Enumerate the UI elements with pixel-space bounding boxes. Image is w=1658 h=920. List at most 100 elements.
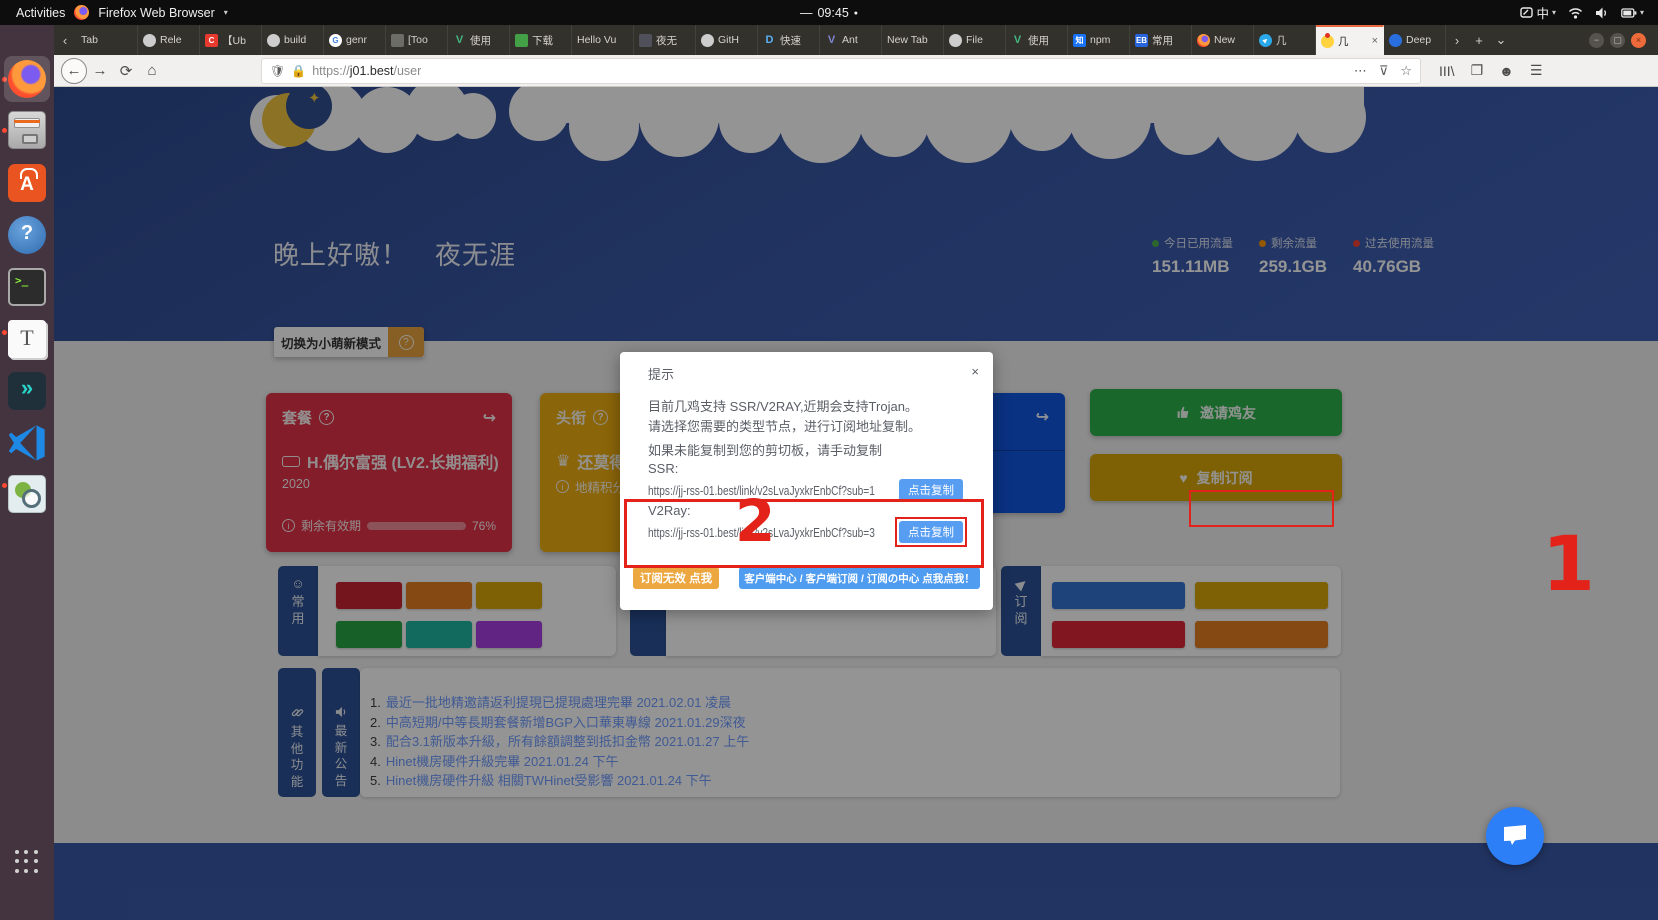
window-maximize-button[interactable]: ▢ (1610, 33, 1625, 48)
browser-tab[interactable]: Hello Vu (572, 25, 634, 55)
tab-scroll-right-button[interactable]: › (1446, 25, 1468, 55)
tab-favicon-icon: 知 (1073, 34, 1086, 47)
browser-tab[interactable]: GitH (696, 25, 758, 55)
app-menu-button[interactable]: Firefox Web Browser (98, 6, 214, 20)
browser-tab[interactable]: 知 npm (1068, 25, 1130, 55)
modal-close-icon[interactable]: × (971, 364, 979, 379)
tab-favicon-icon (639, 34, 652, 47)
app-menu-caret-icon: ▾ (224, 8, 228, 17)
pocket-icon[interactable]: ⊽ (1379, 63, 1389, 79)
browser-tab[interactable]: File (944, 25, 1006, 55)
tab-favicon-icon: G (329, 34, 342, 47)
wifi-icon[interactable] (1568, 7, 1583, 19)
dock-item-dev-tool[interactable] (8, 372, 46, 410)
tab-scroll-left-button[interactable]: ‹ (54, 25, 76, 55)
input-source-icon[interactable]: 中▾ (1520, 3, 1556, 22)
clock-dash: — (800, 6, 813, 20)
dock-item-vscode[interactable] (8, 424, 46, 462)
window-close-button[interactable]: × (1631, 33, 1646, 48)
modal-text-line1: 目前几鸡支持 SSR/V2RAY,近期会支持Trojan。 (648, 396, 918, 415)
sidebar-icon[interactable]: ❐ (1471, 62, 1484, 79)
reload-button[interactable]: ⟳ (113, 62, 139, 80)
tab-favicon-icon: V (825, 34, 838, 47)
tab-close-icon[interactable]: × (1372, 35, 1378, 47)
activities-button[interactable]: Activities (16, 6, 65, 20)
system-top-bar: Activities Firefox Web Browser ▾ — 09:45… (0, 0, 1658, 25)
browser-tab[interactable]: ▶ 几 (1254, 25, 1316, 55)
volume-icon[interactable] (1595, 7, 1609, 19)
home-button[interactable]: ⌂ (139, 62, 165, 79)
browser-tab-bar: ‹ Tab Rele C 【Ub build G genr (54, 25, 1658, 55)
dock (0, 25, 54, 920)
chat-bubble-icon (1502, 824, 1528, 848)
browser-tab[interactable]: build (262, 25, 324, 55)
browser-tab[interactable]: [Too (386, 25, 448, 55)
tab-favicon-icon (1197, 34, 1210, 47)
browser-tab[interactable]: 下载 (510, 25, 572, 55)
window-minimize-button[interactable]: − (1589, 33, 1604, 48)
browser-tab[interactable]: Tab (76, 25, 138, 55)
browser-tab[interactable]: G genr (324, 25, 386, 55)
bookmark-star-icon[interactable]: ☆ (1400, 63, 1412, 79)
tab-favicon-icon (515, 34, 528, 47)
browser-toolbar: ← → ⟳ ⌂ 🛡 🔒 https://j01.best/user ⋯ ⊽ ☆ … (54, 55, 1658, 87)
browser-tab[interactable]: EB 常用 (1130, 25, 1192, 55)
subscription-invalid-button[interactable]: 订阅无效 点我 (633, 567, 719, 589)
browser-tab[interactable]: 夜无 (634, 25, 696, 55)
tabs-dropdown-button[interactable]: ⌄ (1490, 25, 1512, 55)
battery-icon[interactable]: ▾ (1621, 8, 1644, 18)
tab-favicon-icon (267, 34, 280, 47)
tab-favicon-icon (143, 34, 156, 47)
tab-favicon-icon: D (763, 34, 776, 47)
modal-title: 提示 (648, 364, 674, 383)
browser-tab[interactable]: New Tab (882, 25, 944, 55)
browser-tab[interactable]: Deep (1384, 25, 1446, 55)
tabs-list: Tab Rele C 【Ub build G genr [Too (76, 25, 1446, 55)
v2ray-url: https://jj-rss-01.best/link/v2sLvaJyxkrE… (648, 525, 890, 540)
tab-favicon-icon: ▶ (1256, 31, 1274, 49)
library-icon[interactable]: III\ (1439, 63, 1455, 79)
ssr-copy-button[interactable]: 点击复制 (899, 479, 963, 501)
dock-item-firefox[interactable] (8, 60, 46, 98)
ssr-label: SSR: (648, 461, 678, 476)
page-actions-icon[interactable]: ⋯ (1354, 63, 1367, 79)
tab-favicon-icon (391, 34, 404, 47)
back-button[interactable]: ← (61, 58, 87, 84)
dock-item-screenshot-tool[interactable] (8, 475, 46, 513)
client-center-button[interactable]: 客户端中心 / 客户端订阅 / 订阅の中心 点我点我！ (739, 567, 980, 589)
hamburger-menu-icon[interactable]: ☰ (1530, 62, 1543, 79)
dock-item-terminal[interactable] (8, 268, 46, 306)
ssr-url: https://jj-rss-01.best/link/v2sLvaJyxkrE… (648, 483, 890, 498)
clock[interactable]: — 09:45 ● (0, 0, 1658, 25)
browser-tab[interactable]: V 使用 (448, 25, 510, 55)
browser-tab[interactable]: D 快速 (758, 25, 820, 55)
show-applications-button[interactable] (15, 850, 39, 874)
new-tab-button[interactable]: + (1468, 25, 1490, 55)
tab-favicon-icon (949, 34, 962, 47)
page-url: https://j01.best/user (312, 64, 421, 78)
dock-item-ubuntu-software[interactable] (8, 164, 46, 202)
tab-favicon-icon (1321, 35, 1334, 48)
v2ray-copy-button[interactable]: 点击复制 (899, 521, 963, 543)
tab-favicon-icon: C (205, 34, 218, 47)
dock-item-text-editor[interactable] (8, 320, 46, 358)
browser-tab[interactable]: New (1192, 25, 1254, 55)
tab-favicon-icon: EB (1135, 34, 1148, 47)
account-icon[interactable]: ☻ (1499, 63, 1514, 79)
shield-icon[interactable]: 🛡 (270, 64, 285, 78)
tab-favicon-icon: V (453, 34, 466, 47)
browser-tab[interactable]: V Ant (820, 25, 882, 55)
firefox-logo-icon (74, 5, 89, 20)
dock-item-archive-manager[interactable] (8, 111, 46, 149)
browser-tab[interactable]: V 使用 (1006, 25, 1068, 55)
browser-tab[interactable]: Rele (138, 25, 200, 55)
browser-tab[interactable]: 几 × (1316, 25, 1384, 55)
browser-tab[interactable]: C 【Ub (200, 25, 262, 55)
forward-button[interactable]: → (87, 62, 113, 79)
chat-widget-button[interactable] (1486, 807, 1544, 865)
url-bar-input[interactable]: 🛡 🔒 https://j01.best/user ⋯ ⊽ ☆ (261, 58, 1421, 84)
dock-item-help[interactable] (8, 216, 46, 254)
lock-icon[interactable]: 🔒 (291, 64, 306, 78)
modal-text-line2: 请选择您需要的类型节点，进行订阅地址复制。 (648, 416, 921, 435)
tab-favicon-icon: V (1011, 34, 1024, 47)
